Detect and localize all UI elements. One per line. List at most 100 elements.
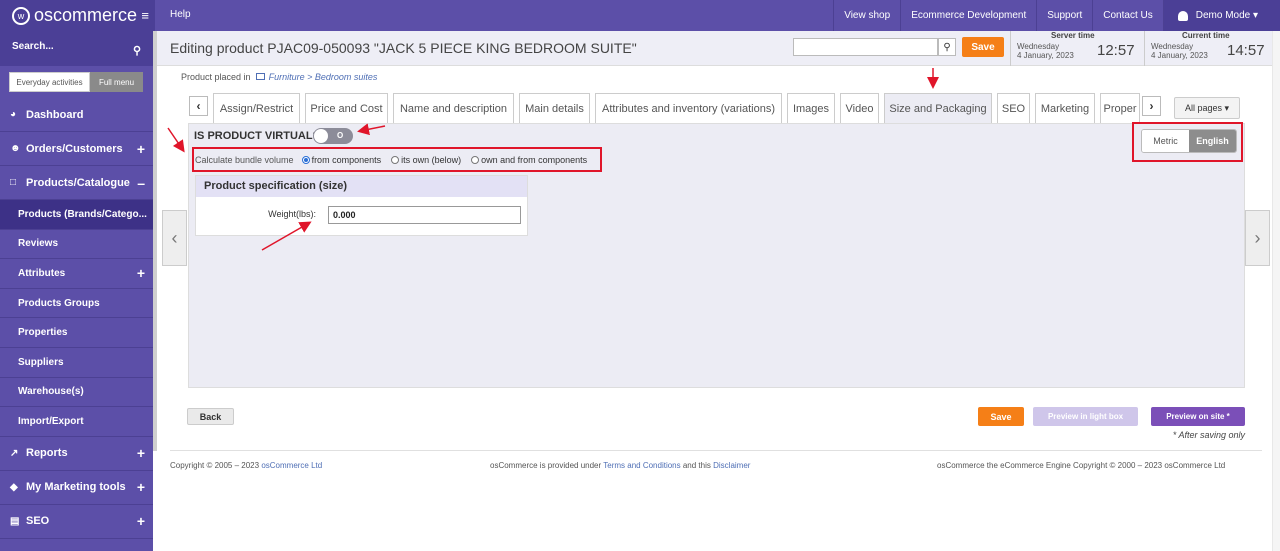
- save-button[interactable]: Save: [978, 407, 1024, 426]
- all-pages-dropdown[interactable]: All pages ▾: [1174, 97, 1240, 119]
- previous-product-chevron-left-icon[interactable]: ‹: [162, 210, 187, 266]
- search-icon[interactable]: ⚲: [133, 44, 141, 57]
- search-icon[interactable]: ⚲: [938, 38, 956, 56]
- sidebar: Search... ⚲ Everyday activities Full men…: [0, 31, 153, 551]
- header-save-button[interactable]: Save: [962, 37, 1004, 57]
- tab-seo[interactable]: SEO: [997, 93, 1030, 123]
- next-product-chevron-right-icon[interactable]: ›: [1245, 210, 1270, 266]
- logo[interactable]: w oscommerce ≡: [0, 0, 155, 31]
- after-saving-note: * After saving only: [1172, 430, 1245, 440]
- copyright-text: Copyright © 2005 – 2023: [170, 461, 260, 470]
- sitemap-icon: ▤: [10, 515, 20, 527]
- header-search-input[interactable]: [793, 38, 938, 56]
- weight-row: Weight(lbs):: [196, 206, 529, 224]
- terms-link[interactable]: Terms and Conditions: [603, 461, 680, 470]
- hamburger-menu-icon[interactable]: ≡: [141, 8, 149, 23]
- oscommerce-ltd-link[interactable]: osCommerce Ltd: [261, 461, 322, 470]
- sidebar-item-reviews[interactable]: Reviews: [0, 229, 153, 260]
- collapse-icon[interactable]: –: [137, 175, 145, 191]
- user-icon: [1177, 10, 1188, 21]
- sidebar-item-label: Reports: [26, 447, 68, 460]
- spec-panel-title: Product specification (size): [196, 176, 527, 197]
- footer-license: osCommerce is provided under Terms and C…: [490, 461, 750, 470]
- expand-icon[interactable]: +: [137, 513, 145, 529]
- sidebar-scrollbar[interactable]: [153, 31, 157, 451]
- sidebar-item-products[interactable]: □ Products/Catalogue –: [0, 166, 153, 200]
- server-date-value: 4 January, 2023: [1017, 51, 1074, 60]
- oscommerce-logo-icon: w: [12, 6, 30, 25]
- current-day: Wednesday: [1151, 42, 1194, 51]
- top-bar: w oscommerce ≡ Help View shop Ecommerce …: [0, 0, 1280, 31]
- tab-assign-restrict[interactable]: Assign/Restrict: [213, 93, 300, 123]
- support-link[interactable]: Support: [1036, 0, 1092, 31]
- help-link[interactable]: Help: [170, 9, 191, 20]
- sidebar-item-reports[interactable]: ↗ Reports +: [0, 437, 153, 471]
- sidebar-item-warehouses[interactable]: Warehouse(s): [0, 377, 153, 408]
- sidebar-item-seo[interactable]: ▤ SEO +: [0, 505, 153, 539]
- tag-icon: ◆: [10, 481, 18, 493]
- tab-images[interactable]: Images: [787, 93, 835, 123]
- chart-icon: ↗: [10, 447, 19, 459]
- weight-label: Weight(lbs):: [268, 209, 316, 219]
- virtual-product-label: IS PRODUCT VIRTUAL?: [194, 130, 320, 142]
- expand-icon[interactable]: +: [137, 265, 145, 281]
- sidebar-item-orders[interactable]: ☻ Orders/Customers +: [0, 132, 153, 166]
- annotation-box-units: [1132, 122, 1243, 162]
- expand-icon[interactable]: +: [137, 141, 145, 157]
- sidebar-item-suppliers[interactable]: Suppliers: [0, 347, 153, 378]
- view-shop-link[interactable]: View shop: [833, 0, 900, 31]
- ecommerce-development-link[interactable]: Ecommerce Development: [900, 0, 1036, 31]
- current-date-value: 4 January, 2023: [1151, 51, 1208, 60]
- tabs-scroll-left-icon[interactable]: ‹: [189, 96, 208, 116]
- sidebar-item-marketing[interactable]: ◆ My Marketing tools +: [0, 471, 153, 505]
- provided-mid-text: and this: [682, 461, 711, 470]
- expand-icon[interactable]: +: [137, 445, 145, 461]
- everyday-activities-button[interactable]: Everyday activities: [9, 72, 90, 92]
- top-links: View shop Ecommerce Development Support …: [833, 0, 1280, 31]
- server-time: Server time Wednesday 4 January, 2023 12:…: [1010, 31, 1143, 66]
- sidebar-item-attributes[interactable]: Attributes +: [0, 259, 153, 289]
- tab-attributes-inventory[interactable]: Attributes and inventory (variations): [595, 93, 782, 123]
- provided-text: osCommerce is provided under: [490, 461, 602, 470]
- current-clock: 14:57: [1227, 42, 1265, 59]
- tab-price-and-cost[interactable]: Price and Cost: [305, 93, 388, 123]
- expand-icon[interactable]: +: [137, 479, 145, 495]
- tab-marketing[interactable]: Marketing: [1035, 93, 1095, 123]
- sidebar-item-import-export[interactable]: Import/Export: [0, 407, 153, 437]
- current-date: Wednesday 4 January, 2023: [1151, 42, 1208, 60]
- disclaimer-link[interactable]: Disclaimer: [713, 461, 750, 470]
- full-menu-button[interactable]: Full menu: [90, 72, 143, 92]
- page-scrollbar[interactable]: [1272, 31, 1280, 551]
- breadcrumb-furniture[interactable]: Furniture: [269, 72, 305, 82]
- server-date: Wednesday 4 January, 2023: [1017, 42, 1074, 60]
- tab-size-and-packaging[interactable]: Size and Packaging: [884, 93, 992, 123]
- sidebar-item-products-brands[interactable]: Products (Brands/Catego...: [0, 200, 153, 230]
- back-button[interactable]: Back: [187, 408, 234, 425]
- sidebar-search[interactable]: Search... ⚲: [0, 31, 153, 66]
- tab-name-and-description[interactable]: Name and description: [393, 93, 514, 123]
- page-title: Editing product PJAC09-050093 "JACK 5 PI…: [170, 40, 637, 56]
- dashboard-icon: ◕: [10, 109, 17, 120]
- sidebar-item-label: Dashboard: [26, 108, 84, 121]
- tab-main-details[interactable]: Main details: [519, 93, 590, 123]
- sidebar-item-properties[interactable]: Properties: [0, 318, 153, 348]
- breadcrumb-bedroom-suites[interactable]: Bedroom suites: [315, 72, 378, 82]
- annotation-box-bundle: [192, 147, 602, 172]
- tab-video[interactable]: Video: [840, 93, 879, 123]
- contact-us-link[interactable]: Contact Us: [1092, 0, 1162, 31]
- weight-input[interactable]: [328, 206, 521, 224]
- sidebar-item-label: Products/Catalogue: [26, 176, 130, 189]
- sidebar-item-dashboard[interactable]: ◕ Dashboard: [0, 98, 153, 132]
- sidebar-search-label: Search...: [12, 41, 54, 52]
- user-menu[interactable]: Demo Mode ▾: [1162, 0, 1280, 31]
- page-header: Editing product PJAC09-050093 "JACK 5 PI…: [157, 31, 1280, 66]
- sidebar-item-label: Attributes: [18, 267, 66, 279]
- preview-on-site-button[interactable]: Preview on site *: [1151, 407, 1245, 426]
- sidebar-item-products-groups[interactable]: Products Groups: [0, 288, 153, 319]
- virtual-product-toggle[interactable]: O: [313, 128, 353, 144]
- breadcrumb-prefix: Product placed in: [181, 72, 251, 82]
- tabs-scroll-right-icon[interactable]: ›: [1142, 96, 1161, 116]
- tab-properties[interactable]: Proper: [1100, 93, 1140, 123]
- preview-lightbox-button[interactable]: Preview in light box: [1033, 407, 1138, 426]
- server-time-label: Server time: [1051, 31, 1095, 40]
